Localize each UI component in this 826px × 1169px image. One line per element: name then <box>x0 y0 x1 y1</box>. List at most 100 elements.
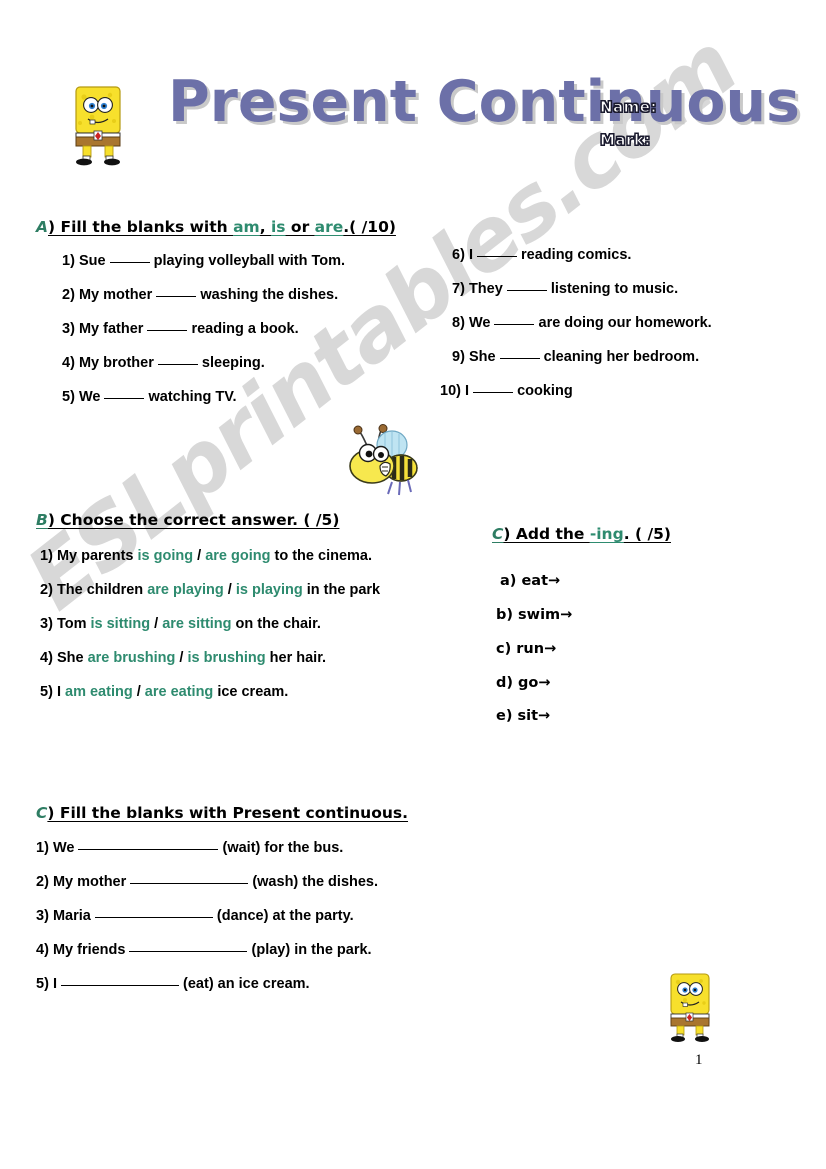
verb-item[interactable]: c) run→ <box>496 641 556 657</box>
item-pre: We <box>468 315 491 331</box>
answer-blank[interactable] <box>477 256 517 257</box>
question-item: 10) I cooking <box>440 383 573 399</box>
item-pre: My mother <box>52 874 127 890</box>
section-c-ing-letter: C <box>492 525 504 543</box>
item-pre: We <box>78 389 101 405</box>
item-pre: I <box>56 684 61 700</box>
question-item: 5) I (eat) an ice cream. <box>36 976 310 992</box>
item-pre: Sue <box>78 253 106 269</box>
item-number: 9) <box>452 349 465 365</box>
question-item: 8) We are doing our homework. <box>452 315 712 331</box>
item-post: reading comics. <box>521 247 632 263</box>
section-a-heading-mid2: or <box>285 218 315 236</box>
page-number: 1 <box>695 1052 703 1068</box>
section-a-heading: A) Fill the blanks with am, is or are.( … <box>36 218 396 236</box>
item-pre: She <box>56 650 84 666</box>
section-a-heading-post: .( /10) <box>343 218 396 236</box>
option-2[interactable]: are eating <box>145 684 214 700</box>
question-item: 1) We (wait) for the bus. <box>36 840 343 856</box>
verb-item[interactable]: b) swim→ <box>496 607 572 623</box>
option-1[interactable]: is sitting <box>91 616 151 632</box>
item-number: 4) <box>36 942 49 958</box>
section-a-letter: A <box>36 218 48 236</box>
answer-blank[interactable] <box>130 883 249 884</box>
option-2[interactable]: are sitting <box>162 616 231 632</box>
item-pre: They <box>468 281 503 297</box>
answer-blank[interactable] <box>156 296 197 297</box>
item-post: cooking <box>517 383 573 399</box>
item-pre: My brother <box>78 355 154 371</box>
section-c-fill-letter: C <box>36 804 48 822</box>
question-item: 9) She cleaning her bedroom. <box>452 349 699 365</box>
item-post: cleaning her bedroom. <box>543 349 700 365</box>
item-number: 1) <box>36 840 49 856</box>
answer-blank[interactable] <box>61 985 179 986</box>
item-number: 1) <box>62 253 75 269</box>
item-number: 4) <box>62 355 75 371</box>
question-item: 7) They listening to music. <box>452 281 678 297</box>
option-2[interactable]: is brushing <box>187 650 265 666</box>
verb-item[interactable]: a) eat→ <box>500 573 560 589</box>
answer-blank[interactable] <box>78 849 219 850</box>
section-c-fill-heading-text: ) Fill the blanks with Present continuou… <box>47 804 409 822</box>
answer-blank[interactable] <box>506 290 547 291</box>
option-1[interactable]: are playing <box>147 582 224 598</box>
item-pre: My friends <box>52 942 126 958</box>
option-1[interactable]: is going <box>138 548 194 564</box>
option-separator: / <box>179 650 184 666</box>
answer-blank[interactable] <box>473 392 514 393</box>
item-pre: She <box>468 349 496 365</box>
answer-blank[interactable] <box>129 951 248 952</box>
answer-blank[interactable] <box>94 917 213 918</box>
answer-blank[interactable] <box>109 262 150 263</box>
question-item: 5) I am eating / are eating ice cream. <box>40 684 288 700</box>
item-number: 5) <box>40 684 53 700</box>
item-number: 2) <box>36 874 49 890</box>
section-c-ing-heading-pre: ) Add the <box>503 525 590 543</box>
verb-item[interactable]: e) sit→ <box>496 708 550 724</box>
item-pre: The children <box>56 582 144 598</box>
question-item: 4) My friends (play) in the park. <box>36 942 372 958</box>
item-post: to the cinema. <box>274 548 373 564</box>
option-2[interactable]: are going <box>205 548 270 564</box>
spongebob-character-icon <box>75 86 121 166</box>
item-number: 8) <box>452 315 465 331</box>
option-2[interactable]: is playing <box>236 582 303 598</box>
option-1[interactable]: are brushing <box>88 650 176 666</box>
section-a-heading-pre: ) Fill the blanks with <box>48 218 234 236</box>
item-post: listening to music. <box>550 281 679 297</box>
item-post: watching TV. <box>148 389 237 405</box>
answer-blank[interactable] <box>147 330 188 331</box>
item-post: (wait) for the bus. <box>222 840 344 856</box>
item-number: 6) <box>452 247 465 263</box>
answer-blank[interactable] <box>157 364 198 365</box>
option-separator: / <box>154 616 159 632</box>
item-post: (wash) the dishes. <box>252 874 379 890</box>
answer-blank[interactable] <box>494 324 535 325</box>
option-1[interactable]: am eating <box>65 684 133 700</box>
question-item: 3) Maria (dance) at the party. <box>36 908 354 924</box>
item-pre: My father <box>78 321 144 337</box>
item-post: reading a book. <box>191 321 299 337</box>
answer-blank[interactable] <box>499 358 540 359</box>
item-pre: We <box>52 840 75 856</box>
item-number: 5) <box>36 976 49 992</box>
section-c-fill-heading: C) Fill the blanks with Present continuo… <box>36 804 408 822</box>
item-number: 3) <box>40 616 53 632</box>
question-item: 2) My mother (wash) the dishes. <box>36 874 378 890</box>
item-number: 4) <box>40 650 53 666</box>
answer-blank[interactable] <box>104 398 145 399</box>
item-number: 10) <box>440 383 461 399</box>
section-c-ing-heading: C) Add the -ing. ( /5) <box>492 525 671 543</box>
section-a-word-is: is <box>270 218 286 236</box>
option-separator: / <box>197 548 202 564</box>
item-post: ice cream. <box>217 684 289 700</box>
item-number: 1) <box>40 548 53 564</box>
verb-item[interactable]: d) go→ <box>496 675 551 691</box>
spongebob-character-icon <box>670 973 710 1042</box>
item-post: (dance) at the party. <box>216 908 354 924</box>
question-item: 4) My brother sleeping. <box>62 355 265 371</box>
section-a-word-are: are <box>314 218 344 236</box>
item-number: 5) <box>62 389 75 405</box>
section-a-heading-mid1: , <box>259 218 271 236</box>
